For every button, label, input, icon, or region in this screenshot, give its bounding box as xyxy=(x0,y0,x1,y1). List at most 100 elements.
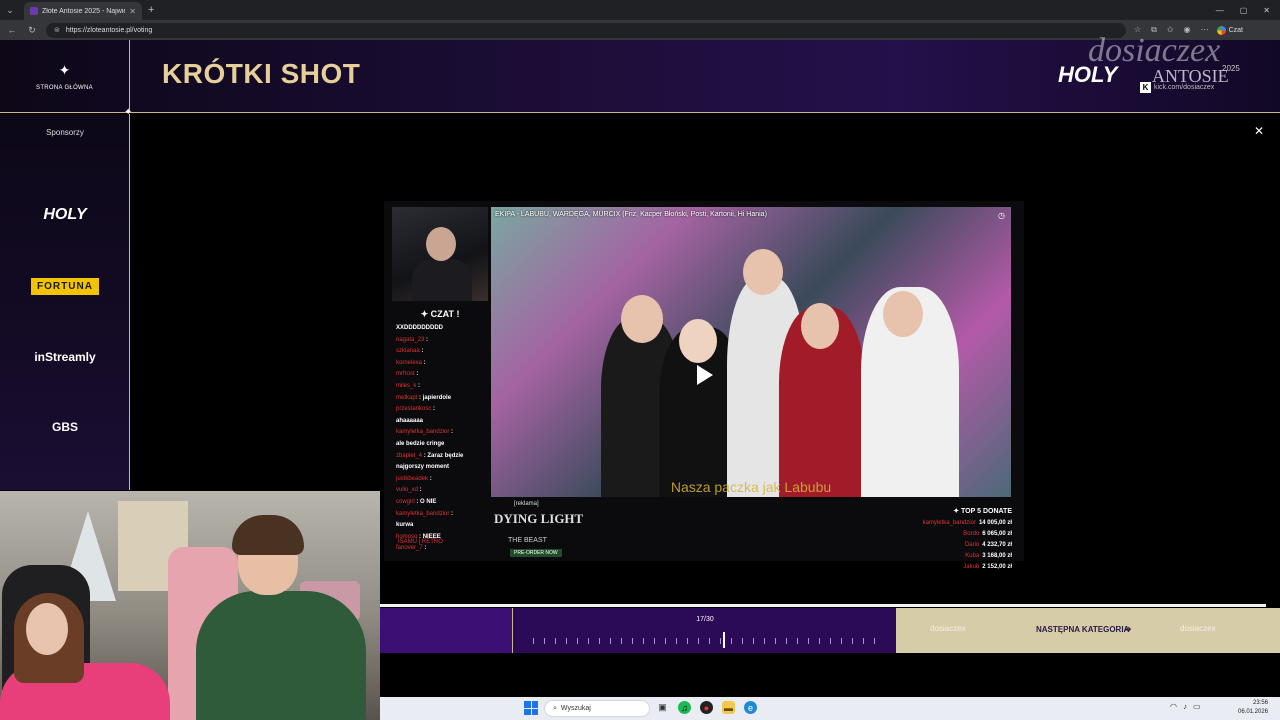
chat-message: szklanaa : xyxy=(396,348,424,355)
donate-user: Dario xyxy=(964,542,980,548)
sponsor-instreamly[interactable]: inStreamly xyxy=(0,350,130,364)
task-view-icon[interactable]: ▣ xyxy=(656,701,669,714)
edge-icon[interactable]: e xyxy=(744,701,757,714)
search-placeholder: Wyszukaj xyxy=(560,705,591,712)
chat-message: mrfrost : xyxy=(396,371,419,378)
file-explorer-icon[interactable]: ▬ xyxy=(722,701,735,714)
donate-user: Kuba xyxy=(965,553,980,559)
sponsor-holy[interactable]: HOLY xyxy=(0,206,130,224)
sponsors-heading: Sponsorzy xyxy=(46,128,84,137)
category-ticks[interactable] xyxy=(533,638,877,644)
chat-text: najgorszy moment xyxy=(396,464,450,471)
donate-row: kamyletka_bandzior 14 005,00 zł xyxy=(922,518,1012,529)
taskbar-clock[interactable]: 23:56 06.01.2026 xyxy=(1238,699,1268,717)
donate-row: Kuba 3 168,00 zł xyxy=(922,551,1012,562)
sponsors-sidebar: Sponsorzy HOLY FORTUNA inStreamly GBS xyxy=(0,114,130,490)
watermark-right: dosiaczex xyxy=(1180,624,1216,633)
chat-message: fanover_7 : xyxy=(396,545,427,552)
chat-message: ale bedzie cringe xyxy=(392,439,488,451)
app-icon[interactable]: ● xyxy=(700,701,713,714)
home-link[interactable]: ✦ STRONA GŁÓWNA xyxy=(0,40,130,113)
ad-tag: [reklama] xyxy=(514,501,539,507)
holy-logo: HOLY xyxy=(1058,62,1118,87)
brand-year: 2025 xyxy=(1222,64,1240,73)
chat-text: Zaraz będzie xyxy=(427,452,464,459)
donate-amount: 3 168,00 zł xyxy=(982,553,1012,559)
chat-text: japierdole xyxy=(422,394,452,401)
network-icon[interactable]: ◠ xyxy=(1170,702,1177,711)
donate-amount: 2 152,00 zł xyxy=(982,564,1012,570)
watermark-left: dosiaczex xyxy=(930,624,966,633)
chat-username[interactable]: metkapt xyxy=(396,395,417,401)
next-category-button[interactable]: NASTĘPNA KATEGORIA xyxy=(1036,625,1129,634)
sponsor-fortuna[interactable]: FORTUNA xyxy=(0,278,130,295)
site-info-icon[interactable]: ⊜ xyxy=(54,26,60,34)
site-favicon-icon xyxy=(30,7,38,15)
streamer-webcam xyxy=(0,491,380,720)
taskbar-search[interactable]: ⌕ Wyszukaj xyxy=(544,700,650,717)
tab-list-icon[interactable]: ⌄ xyxy=(0,0,20,20)
chat-username[interactable]: fanover_7 xyxy=(396,545,423,551)
next-category-area: dosiaczex NASTĘPNA KATEGORIA ➜ dosiaczex xyxy=(896,608,1280,653)
donate-amount: 6 065,00 zł xyxy=(982,531,1012,537)
video-frame[interactable]: EKIPA - LABUBU, WARDĘGA, MURCIX (Friz, K… xyxy=(491,207,1011,497)
chat-username[interactable]: nagata_23 xyxy=(396,337,424,343)
chat-panel: ✦ CZAT ! XXDDDDDDDDD nagata_23 : szklanaa… xyxy=(392,305,488,555)
volume-icon[interactable]: ♪ xyxy=(1183,702,1187,711)
donate-user: Jakub xyxy=(963,564,980,570)
close-tab-icon[interactable]: ✕ xyxy=(129,7,136,16)
start-icon[interactable] xyxy=(524,701,538,715)
window-close-icon[interactable]: ✕ xyxy=(1263,6,1270,15)
back-icon[interactable]: ← xyxy=(6,25,18,35)
top-donate-panel: ✦ TOP 5 DONATE kamyletka_bandzior 14 005,… xyxy=(922,507,1012,573)
home-arrow-icon: ✦ xyxy=(58,62,71,78)
chat-username[interactable]: vulio_xd xyxy=(396,487,418,493)
maximize-icon[interactable]: ▢ xyxy=(1240,6,1248,15)
chat-username[interactable]: kornelexa xyxy=(396,360,422,366)
windows-taskbar: ⌕ Wyszukaj ▣ ♫ ● ▬ e ◠ ♪ ▭ 23:56 06.01.2… xyxy=(380,697,1280,720)
browser-tab[interactable]: Złote Antosie 2025 - Największy P ✕ xyxy=(24,2,142,20)
donate-user: Bordo xyxy=(963,531,980,537)
url-text: https://zloteantosie.pl/voting xyxy=(65,26,153,34)
ad-subtitle: THE BEAST xyxy=(508,537,547,544)
url-field[interactable]: ⊜ https://zloteantosie.pl/voting xyxy=(46,22,1126,38)
chat-message: kurwa xyxy=(392,520,488,532)
donate-row: Bordo 6 065,00 zł xyxy=(922,529,1012,540)
video-title: EKIPA - LABUBU, WARDĘGA, MURCIX (Friz, K… xyxy=(495,211,767,218)
spotify-icon[interactable]: ♫ xyxy=(678,701,691,714)
chat-message: kamyletka_bandzior : xyxy=(396,429,454,436)
chat-username[interactable]: szklanaa xyxy=(396,348,420,354)
chat-username[interactable]: cowgirl xyxy=(396,499,415,505)
minimize-icon[interactable]: — xyxy=(1216,6,1224,15)
chat-text: kurwa xyxy=(396,522,414,529)
close-icon[interactable]: ✕ xyxy=(1254,124,1264,138)
video-progress-bar[interactable] xyxy=(380,604,1266,607)
nominee-video[interactable]: ✦ CZAT ! XXDDDDDDDDD nagata_23 : szklanaa… xyxy=(384,201,1024,570)
donate-amount: 4 232,70 zł xyxy=(982,542,1012,548)
next-arrow-icon[interactable]: ➜ xyxy=(1124,624,1132,635)
kick-handle-text: kick.com/dosiaczex xyxy=(1154,84,1215,91)
chat-username[interactable]: kamyletka_bandzior xyxy=(396,511,449,517)
sponsor-gbs[interactable]: GBS xyxy=(0,420,130,434)
battery-icon[interactable]: ▭ xyxy=(1193,702,1201,711)
tab-title: Złote Antosie 2025 - Największy P xyxy=(42,7,125,15)
chat-username[interactable]: przestankosc xyxy=(396,406,431,412)
chat-username[interactable]: mrfrost xyxy=(396,371,415,377)
play-icon[interactable] xyxy=(697,365,713,385)
chat-text: ahaaaaaa xyxy=(396,417,424,424)
category-counter: 17/30 xyxy=(696,616,714,623)
chat-username[interactable]: miles_k xyxy=(396,383,416,389)
chat-username[interactable]: zbaplet_4 xyxy=(396,453,422,459)
chat-text: ale bedzie cringe xyxy=(396,440,445,447)
chat-username[interactable]: kamyletka_bandzior xyxy=(396,429,449,435)
new-tab-icon[interactable]: + xyxy=(148,4,154,16)
watch-later-icon[interactable]: ◷ xyxy=(998,211,1005,220)
chat-username[interactable]: justkbeadek xyxy=(396,476,428,482)
reload-icon[interactable]: ↻ xyxy=(26,25,38,36)
category-title: KRÓTKI SHOT xyxy=(162,58,361,89)
category-timeline[interactable]: 17/30 xyxy=(512,608,896,653)
donate-user: kamyletka_bandzior xyxy=(922,520,976,526)
ad-badge: PRE-ORDER NOW xyxy=(510,549,562,557)
czat-button[interactable]: Czat xyxy=(1216,25,1243,35)
chat-message: ahaaaaaa xyxy=(392,416,488,428)
